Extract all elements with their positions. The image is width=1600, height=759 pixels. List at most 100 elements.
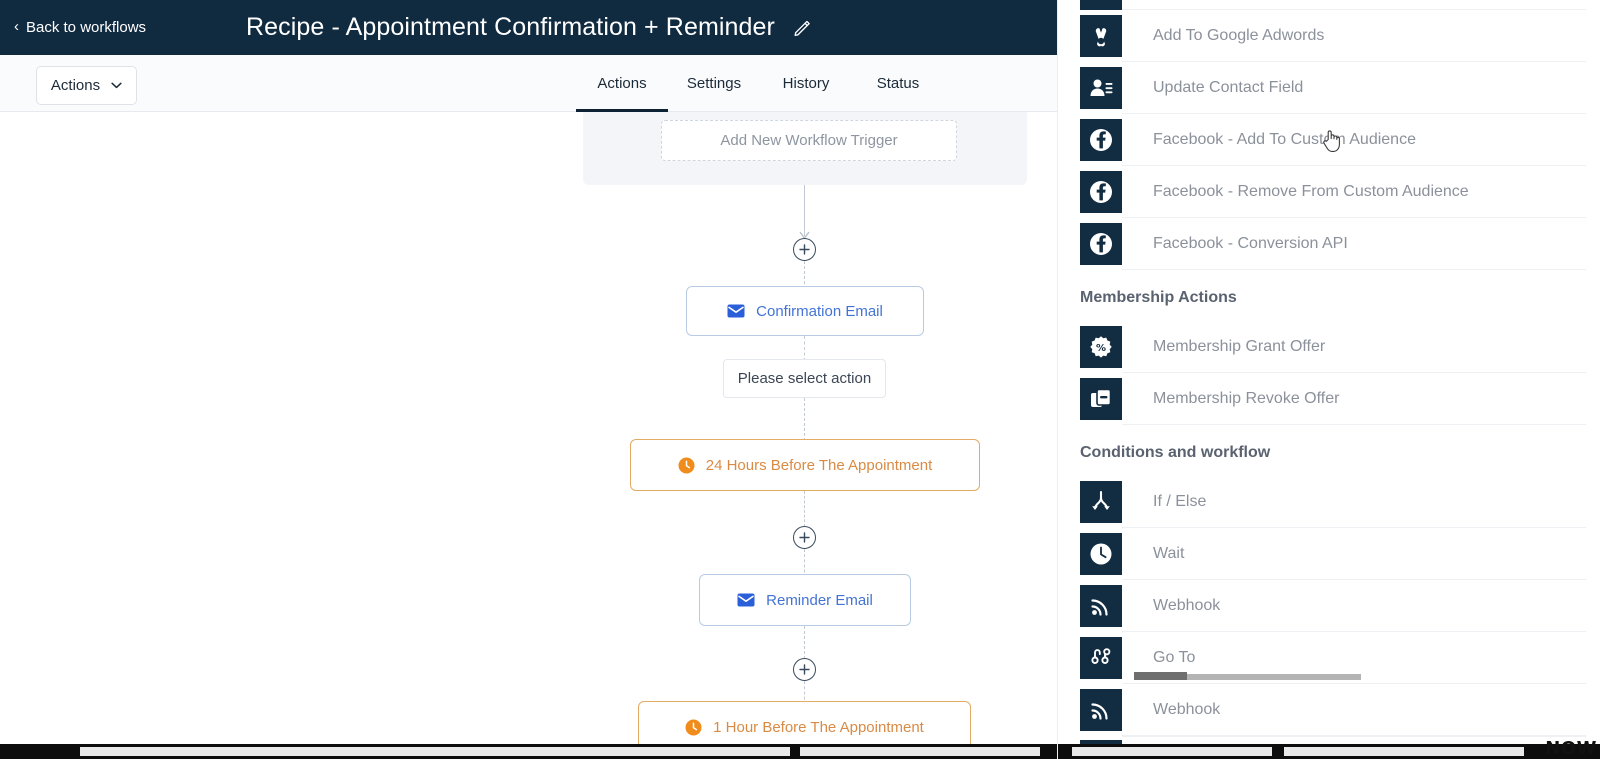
workflow-main-region: ‹ Back to workflows Recipe - Appointment… — [0, 0, 1057, 759]
page-title: Recipe - Appointment Confirmation + Remi… — [246, 13, 775, 41]
mail-icon — [737, 593, 755, 607]
add-step-button-3[interactable] — [793, 658, 816, 681]
trigger-panel: Add New Workflow Trigger — [583, 112, 1027, 185]
pencil-icon[interactable] — [793, 19, 811, 37]
workflow-node-wait-24-hours[interactable]: 24 Hours Before The Appointment — [630, 439, 980, 491]
connector-line-5 — [804, 491, 805, 527]
workflow-node-wait-24-hours-label: 24 Hours Before The Appointment — [705, 456, 933, 474]
tab-status[interactable]: Status — [852, 55, 944, 112]
action-row-label: Go To — [1153, 649, 1196, 666]
bottom-strip-segment-3 — [1072, 747, 1272, 756]
fragment-icon — [1080, 0, 1122, 10]
horizontal-scrollbar-thumb[interactable] — [1134, 672, 1187, 680]
chevron-down-icon — [111, 82, 122, 89]
row-divider — [1122, 424, 1586, 425]
bottom-strip-segment-2 — [800, 747, 1040, 756]
google-adwords-icon — [1080, 15, 1122, 57]
actions-dropdown-button[interactable]: Actions — [36, 66, 137, 105]
svg-text:%: % — [1096, 343, 1106, 354]
tab-status-label: Status — [876, 75, 920, 92]
tab-bar: Actions Actions Settings History Status — [0, 55, 1057, 112]
app-header: ‹ Back to workflows Recipe - Appointment… — [0, 0, 1057, 55]
workflow-node-wait-1-hour-label: 1 Hour Before The Appointment — [713, 718, 924, 736]
action-row-label: Facebook - Remove From Custom Audience — [1153, 183, 1469, 200]
webhook-icon — [1080, 689, 1122, 731]
action-row-membership-grant-offer[interactable]: % Membership Grant Offer — [1058, 321, 1600, 373]
branch-icon — [1080, 481, 1122, 523]
action-row-label: Update Contact Field — [1153, 79, 1304, 96]
add-step-button-1[interactable] — [793, 238, 816, 261]
row-divider — [1122, 736, 1586, 737]
goto-icon — [1080, 637, 1122, 679]
add-new-workflow-trigger-button[interactable]: Add New Workflow Trigger — [661, 120, 957, 161]
tab-actions[interactable]: Actions — [576, 55, 668, 112]
bottom-strip-segment-4 — [1284, 747, 1524, 756]
connector-line-3 — [804, 336, 805, 361]
watermark-now: NOW — [1545, 738, 1597, 759]
action-row-fragment-top — [1058, 0, 1600, 10]
action-row-if-else[interactable]: If / Else — [1058, 476, 1600, 528]
actions-dropdown-label: Actions — [50, 77, 101, 94]
contact-field-icon — [1080, 67, 1122, 109]
chevron-left-icon: ‹ — [14, 18, 19, 35]
horizontal-scrollbar[interactable] — [1134, 672, 1361, 680]
action-row-facebook-conversion-api[interactable]: Facebook - Conversion API — [1058, 218, 1600, 270]
action-row-label: Wait — [1153, 545, 1185, 562]
back-to-workflows-link[interactable]: ‹ Back to workflows — [14, 0, 146, 55]
row-divider — [1122, 269, 1586, 270]
back-to-workflows-label: Back to workflows — [26, 19, 147, 36]
bottom-window-strip — [0, 744, 1057, 759]
action-row-webhook-2[interactable]: Webhook — [1058, 684, 1600, 736]
please-select-action-label: Please select action — [737, 370, 872, 387]
workflow-node-please-select-action[interactable]: Please select action — [723, 359, 886, 398]
workflow-canvas[interactable]: Add New Workflow Trigger Confirmation Em… — [0, 112, 1057, 759]
tab-actions-label: Actions — [597, 75, 647, 92]
add-step-button-2[interactable] — [793, 526, 816, 549]
tab-settings-label: Settings — [686, 75, 742, 92]
workflow-node-reminder-email-label: Reminder Email — [766, 591, 873, 609]
plus-circle-icon — [799, 664, 810, 675]
actions-list: Add To Google Adwords Update Contact Fie… — [1058, 0, 1600, 754]
discount-badge-icon: % — [1080, 326, 1122, 368]
workflow-node-confirmation-email[interactable]: Confirmation Email — [686, 286, 924, 336]
facebook-icon — [1080, 223, 1122, 265]
action-row-label: Membership Revoke Offer — [1153, 390, 1340, 407]
connector-line-4 — [804, 398, 805, 441]
action-row-update-contact-field[interactable]: Update Contact Field — [1058, 62, 1600, 114]
header-title-group: Recipe - Appointment Confirmation + Remi… — [0, 0, 1057, 55]
action-row-label: Add To Google Adwords — [1153, 27, 1325, 44]
action-row-webhook-1[interactable]: Webhook — [1058, 580, 1600, 632]
action-row-membership-revoke-offer[interactable]: Membership Revoke Offer — [1058, 373, 1600, 425]
facebook-icon — [1080, 171, 1122, 213]
add-new-workflow-trigger-label: Add New Workflow Trigger — [720, 132, 898, 149]
clock-icon — [1080, 533, 1122, 575]
plus-circle-icon — [799, 532, 810, 543]
action-row-label: Facebook - Add To Custom Audience — [1153, 131, 1416, 148]
section-heading-conditions-and-workflow: Conditions and workflow — [1080, 444, 1271, 461]
clock-icon — [678, 457, 695, 473]
action-row-label: Webhook — [1153, 597, 1221, 614]
panel-bottom-window-strip: NOW — [1058, 738, 1600, 759]
action-row-label: Membership Grant Offer — [1153, 338, 1326, 355]
action-row-add-to-google-adwords[interactable]: Add To Google Adwords — [1058, 10, 1600, 62]
connector-line-1 — [804, 185, 805, 236]
revoke-offer-icon — [1080, 378, 1122, 420]
webhook-icon — [1080, 585, 1122, 627]
plus-circle-icon — [799, 244, 810, 255]
action-row-facebook-remove-from-custom-audience[interactable]: Facebook - Remove From Custom Audience — [1058, 166, 1600, 218]
action-row-label: If / Else — [1153, 493, 1207, 510]
facebook-icon — [1080, 119, 1122, 161]
actions-side-panel[interactable]: Add To Google Adwords Update Contact Fie… — [1057, 0, 1600, 759]
clock-icon — [685, 719, 702, 735]
tab-settings[interactable]: Settings — [668, 55, 760, 112]
bottom-strip-segment-1 — [80, 747, 790, 756]
action-row-label: Facebook - Conversion API — [1153, 235, 1348, 252]
action-row-facebook-add-to-custom-audience[interactable]: Facebook - Add To Custom Audience — [1058, 114, 1600, 166]
action-row-wait[interactable]: Wait — [1058, 528, 1600, 580]
workflow-node-reminder-email[interactable]: Reminder Email — [699, 574, 911, 626]
workflow-node-confirmation-email-label: Confirmation Email — [756, 302, 883, 320]
tab-history-label: History — [782, 75, 830, 92]
action-row-label: Webhook — [1153, 701, 1221, 718]
tab-history[interactable]: History — [760, 55, 852, 112]
connector-line-7 — [804, 626, 805, 659]
